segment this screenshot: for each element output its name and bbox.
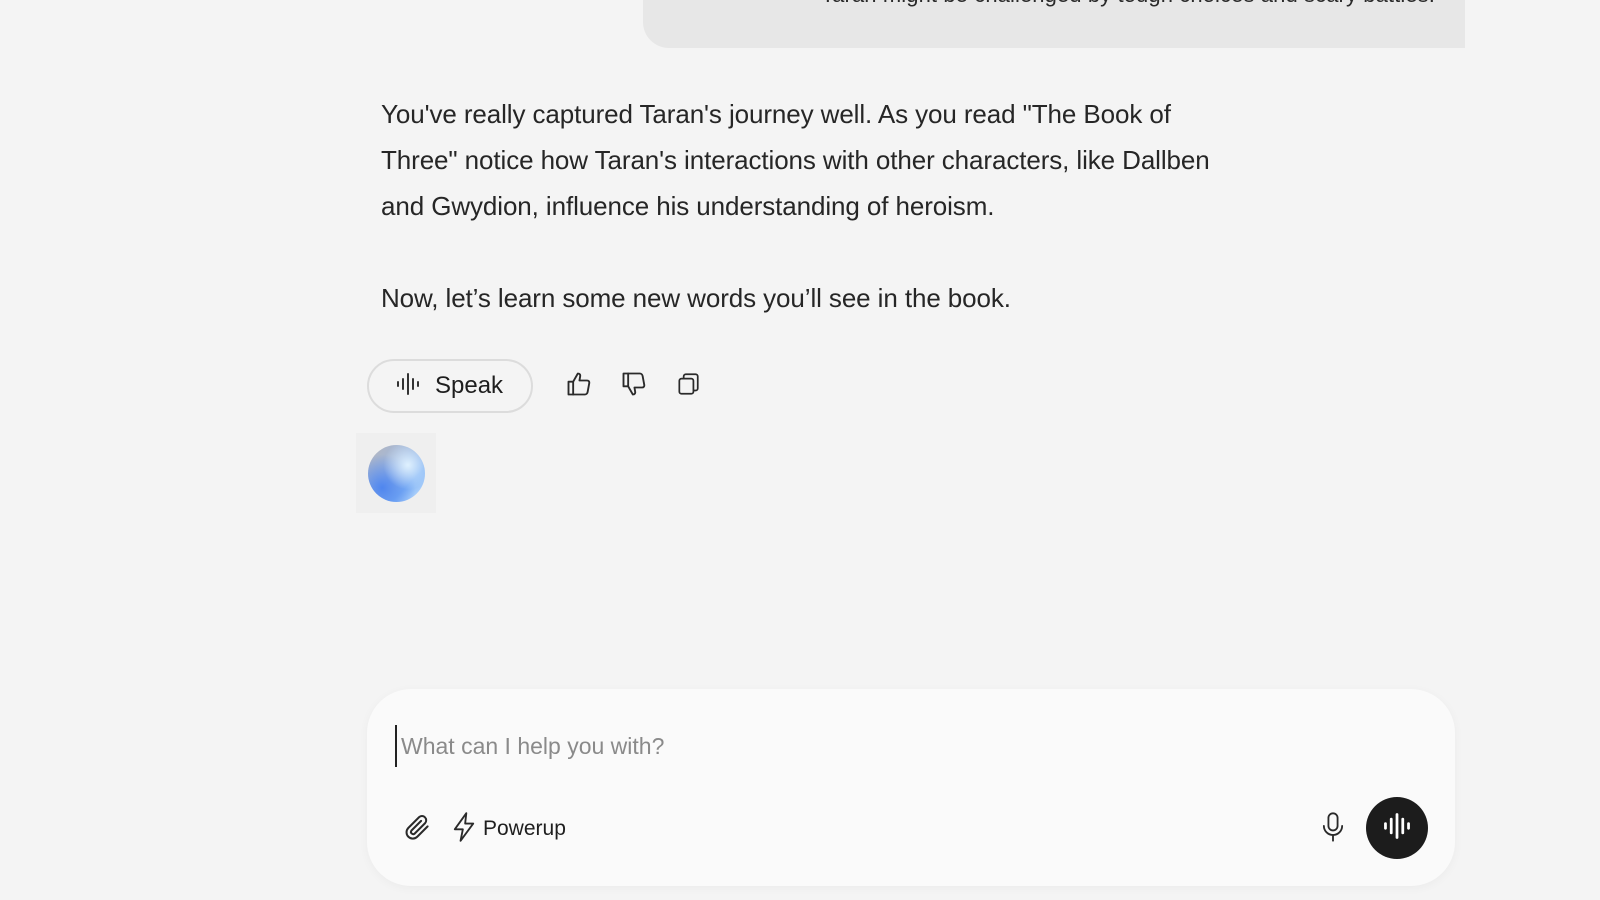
dislike-button[interactable]: [614, 366, 654, 406]
composer-tools: Powerup: [397, 809, 566, 849]
assistant-avatar: [367, 444, 425, 502]
voice-mode-waveform-icon: [1382, 811, 1412, 846]
chat-page: Taran might be challenged by tough choic…: [0, 0, 1600, 900]
attach-button[interactable]: [397, 809, 437, 849]
message-input[interactable]: [395, 725, 1301, 767]
message-actions: Speak: [367, 359, 708, 413]
user-message-text: Taran might be challenged by tough choic…: [821, 0, 1435, 8]
copy-icon: [675, 371, 701, 402]
powerup-label: Powerup: [483, 817, 566, 840]
like-button[interactable]: [559, 366, 599, 406]
user-message-bubble: Taran might be challenged by tough choic…: [643, 0, 1465, 48]
microphone-button[interactable]: [1313, 809, 1353, 849]
copy-button[interactable]: [668, 366, 708, 406]
speak-label: Speak: [435, 372, 504, 399]
assistant-paragraph: You've really captured Taran's journey w…: [381, 99, 1210, 221]
lightning-bolt-icon: [451, 811, 477, 847]
thumbs-up-icon: [565, 370, 593, 403]
assistant-paragraph: Now, let’s learn some new words you’ll s…: [381, 283, 1011, 313]
speak-button[interactable]: Speak: [367, 359, 533, 413]
voice-mode-button[interactable]: [1366, 797, 1428, 859]
powerup-button[interactable]: Powerup: [451, 811, 566, 847]
microphone-icon: [1319, 811, 1347, 848]
audio-waveform-icon: [395, 371, 421, 402]
assistant-message: You've really captured Taran's journey w…: [381, 91, 1211, 321]
assistant-avatar-container: [356, 433, 436, 513]
paperclip-icon: [402, 812, 432, 847]
thumbs-down-icon: [620, 370, 648, 403]
message-composer: Powerup: [367, 689, 1455, 886]
